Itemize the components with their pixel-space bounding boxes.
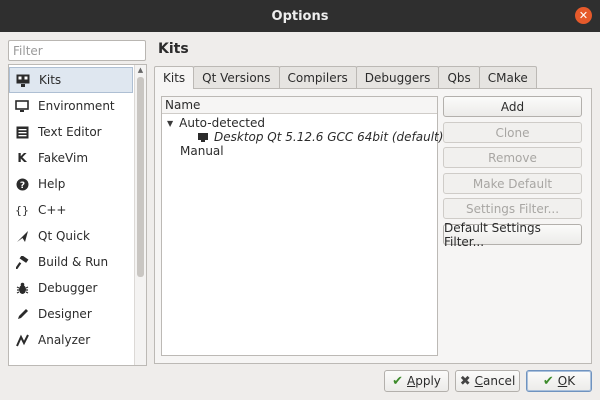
tab-kits[interactable]: Kits <box>154 66 195 89</box>
tab-debuggers[interactable]: Debuggers <box>355 66 440 88</box>
close-icon: ✕ <box>578 9 589 22</box>
help-icon: ? <box>15 177 29 191</box>
monitor-icon <box>15 99 29 113</box>
sidebar-item-debugger[interactable]: Debugger <box>9 275 133 301</box>
sidebar-item-label: FakeVim <box>38 151 89 165</box>
default-settings-filter-button[interactable]: Default Settings Filter... <box>443 221 582 249</box>
title-bar: Options ✕ <box>0 0 600 32</box>
bug-icon <box>15 281 29 295</box>
sidebar-item-label: C++ <box>38 203 67 217</box>
tree-group-auto-detected[interactable]: ▼ Auto-detected <box>167 116 265 130</box>
tree-group-label: Auto-detected <box>179 116 265 130</box>
tree-column-header[interactable]: Name <box>162 97 437 114</box>
expand-arrow-icon[interactable]: ▼ <box>167 119 173 128</box>
tree-group-label: Manual <box>180 144 224 158</box>
sidebar-item-label: Text Editor <box>38 125 102 139</box>
add-button[interactable]: Add <box>443 96 582 117</box>
sidebar-item-analyzer[interactable]: Analyzer <box>9 327 133 353</box>
tab-bar: Kits Qt Versions Compilers Debuggers Qbs… <box>154 66 537 89</box>
braces-icon: {} <box>15 203 29 217</box>
page-title: Kits <box>158 41 189 57</box>
sidebar-item-kits[interactable]: Kits <box>9 67 133 93</box>
window-title: Options <box>271 8 329 24</box>
svg-text:?: ? <box>19 181 24 191</box>
tab-qt-versions[interactable]: Qt Versions <box>193 66 280 88</box>
checkmark-icon: ✔ <box>392 373 403 389</box>
sidebar-item-build-run[interactable]: Build & Run <box>9 249 133 275</box>
sidebar-item-label: Debugger <box>38 281 98 295</box>
sidebar-item-label: Qt Quick <box>38 229 90 243</box>
kits-tree[interactable]: Name ▼ Auto-detected Desktop Qt 5.12.6 G… <box>161 96 443 356</box>
kits-icon <box>16 73 30 87</box>
sidebar-item-fakevim[interactable]: K FakeVim <box>9 145 133 171</box>
tab-qbs[interactable]: Qbs <box>438 66 480 88</box>
filter-input[interactable] <box>8 40 146 61</box>
tab-compilers[interactable]: Compilers <box>278 66 357 88</box>
sidebar-item-label: Analyzer <box>38 333 91 347</box>
sidebar-item-cpp[interactable]: {} C++ <box>9 197 133 223</box>
pen-icon <box>15 307 29 321</box>
clone-button[interactable]: Clone <box>443 122 582 143</box>
analyzer-icon <box>15 333 29 347</box>
sidebar-item-help[interactable]: ? Help <box>9 171 133 197</box>
remove-button[interactable]: Remove <box>443 147 582 168</box>
fakevim-icon: K <box>17 151 27 165</box>
cancel-x-icon: ✖ <box>459 373 471 389</box>
tab-cmake[interactable]: CMake <box>478 66 537 88</box>
sidebar-item-label: Help <box>38 177 66 191</box>
qt-quick-icon <box>15 229 29 243</box>
sidebar-item-label: Kits <box>39 73 62 87</box>
desktop-icon <box>198 132 208 142</box>
make-default-button[interactable]: Make Default <box>443 173 582 194</box>
sidebar-item-text-editor[interactable]: Text Editor <box>9 119 133 145</box>
close-window-button[interactable]: ✕ <box>575 7 592 24</box>
tree-group-manual[interactable]: Manual <box>180 144 224 158</box>
scrollbar-thumb[interactable] <box>137 77 144 277</box>
tree-item-kit[interactable]: Desktop Qt 5.12.6 GCC 64bit (default) <box>198 130 443 144</box>
hammer-icon <box>15 255 29 269</box>
ok-button[interactable]: ✔ OK <box>526 370 592 392</box>
tree-item-label: Desktop Qt 5.12.6 GCC 64bit (default) <box>214 130 444 144</box>
sidebar-item-label: Designer <box>38 307 92 321</box>
sidebar-scrollbar[interactable]: ▲ <box>134 65 146 365</box>
cancel-button[interactable]: ✖ Cancel <box>455 370 520 392</box>
category-list[interactable]: Kits Environment Text Editor K FakeVim ?… <box>8 64 147 366</box>
scroll-up-arrow-icon[interactable]: ▲ <box>135 65 146 75</box>
cancel-label: Cancel <box>474 374 516 388</box>
ok-label: OK <box>557 374 576 388</box>
text-editor-icon <box>15 125 29 139</box>
apply-button[interactable]: ✔ Apply <box>384 370 449 392</box>
sidebar-item-qt-quick[interactable]: Qt Quick <box>9 223 133 249</box>
sidebar-item-designer[interactable]: Designer <box>9 301 133 327</box>
settings-filter-button[interactable]: Settings Filter... <box>443 198 582 219</box>
sidebar-item-environment[interactable]: Environment <box>9 93 133 119</box>
sidebar-item-label: Build & Run <box>38 255 109 269</box>
sidebar-item-label: Environment <box>38 99 115 113</box>
apply-label: Apply <box>407 374 441 388</box>
checkmark-icon: ✔ <box>542 373 554 389</box>
